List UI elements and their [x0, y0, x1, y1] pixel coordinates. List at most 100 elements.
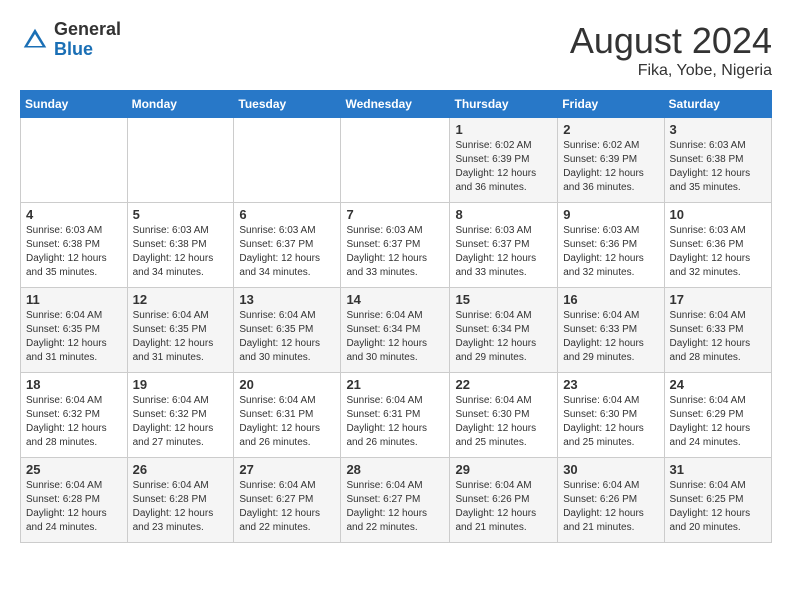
day-number: 21 — [346, 377, 444, 392]
day-info: Sunrise: 6:03 AMSunset: 6:38 PMDaylight:… — [133, 225, 214, 278]
calendar-cell: 16 Sunrise: 6:04 AMSunset: 6:33 PMDaylig… — [558, 288, 664, 373]
calendar-cell: 5 Sunrise: 6:03 AMSunset: 6:38 PMDayligh… — [127, 203, 234, 288]
day-info: Sunrise: 6:02 AMSunset: 6:39 PMDaylight:… — [563, 140, 644, 193]
day-number: 2 — [563, 122, 658, 137]
calendar-cell: 9 Sunrise: 6:03 AMSunset: 6:36 PMDayligh… — [558, 203, 664, 288]
calendar-cell: 12 Sunrise: 6:04 AMSunset: 6:35 PMDaylig… — [127, 288, 234, 373]
calendar-cell: 19 Sunrise: 6:04 AMSunset: 6:32 PMDaylig… — [127, 373, 234, 458]
day-info: Sunrise: 6:04 AMSunset: 6:31 PMDaylight:… — [239, 395, 320, 448]
calendar-cell: 21 Sunrise: 6:04 AMSunset: 6:31 PMDaylig… — [341, 373, 450, 458]
title-section: August 2024 Fika, Yobe, Nigeria — [570, 20, 772, 80]
day-number: 24 — [670, 377, 766, 392]
calendar-cell: 30 Sunrise: 6:04 AMSunset: 6:26 PMDaylig… — [558, 458, 664, 543]
day-number: 26 — [133, 462, 229, 477]
day-number: 22 — [455, 377, 552, 392]
calendar-cell: 11 Sunrise: 6:04 AMSunset: 6:35 PMDaylig… — [21, 288, 128, 373]
calendar-cell: 3 Sunrise: 6:03 AMSunset: 6:38 PMDayligh… — [664, 118, 771, 203]
day-info: Sunrise: 6:03 AMSunset: 6:37 PMDaylight:… — [455, 225, 536, 278]
day-number: 27 — [239, 462, 335, 477]
day-number: 30 — [563, 462, 658, 477]
calendar-cell: 22 Sunrise: 6:04 AMSunset: 6:30 PMDaylig… — [450, 373, 558, 458]
day-number: 25 — [26, 462, 122, 477]
calendar-cell — [234, 118, 341, 203]
day-info: Sunrise: 6:02 AMSunset: 6:39 PMDaylight:… — [455, 140, 536, 193]
day-number: 19 — [133, 377, 229, 392]
calendar-week-row: 1 Sunrise: 6:02 AMSunset: 6:39 PMDayligh… — [21, 118, 772, 203]
day-number: 11 — [26, 292, 122, 307]
day-info: Sunrise: 6:04 AMSunset: 6:25 PMDaylight:… — [670, 480, 751, 533]
day-info: Sunrise: 6:04 AMSunset: 6:26 PMDaylight:… — [455, 480, 536, 533]
weekday-header-row: SundayMondayTuesdayWednesdayThursdayFrid… — [21, 91, 772, 118]
weekday-header: Friday — [558, 91, 664, 118]
calendar-cell: 17 Sunrise: 6:04 AMSunset: 6:33 PMDaylig… — [664, 288, 771, 373]
day-info: Sunrise: 6:04 AMSunset: 6:32 PMDaylight:… — [133, 395, 214, 448]
calendar-cell — [21, 118, 128, 203]
page-header: General Blue August 2024 Fika, Yobe, Nig… — [20, 20, 772, 80]
day-info: Sunrise: 6:04 AMSunset: 6:26 PMDaylight:… — [563, 480, 644, 533]
day-number: 20 — [239, 377, 335, 392]
calendar-cell: 27 Sunrise: 6:04 AMSunset: 6:27 PMDaylig… — [234, 458, 341, 543]
calendar-cell: 26 Sunrise: 6:04 AMSunset: 6:28 PMDaylig… — [127, 458, 234, 543]
day-info: Sunrise: 6:03 AMSunset: 6:37 PMDaylight:… — [239, 225, 320, 278]
day-info: Sunrise: 6:04 AMSunset: 6:35 PMDaylight:… — [239, 310, 320, 363]
calendar-table: SundayMondayTuesdayWednesdayThursdayFrid… — [20, 90, 772, 543]
day-number: 8 — [455, 207, 552, 222]
calendar-week-row: 18 Sunrise: 6:04 AMSunset: 6:32 PMDaylig… — [21, 373, 772, 458]
calendar-cell: 1 Sunrise: 6:02 AMSunset: 6:39 PMDayligh… — [450, 118, 558, 203]
day-info: Sunrise: 6:04 AMSunset: 6:27 PMDaylight:… — [239, 480, 320, 533]
day-number: 12 — [133, 292, 229, 307]
weekday-header: Wednesday — [341, 91, 450, 118]
logo-blue: Blue — [54, 40, 121, 60]
day-number: 29 — [455, 462, 552, 477]
calendar-cell: 24 Sunrise: 6:04 AMSunset: 6:29 PMDaylig… — [664, 373, 771, 458]
calendar-cell: 18 Sunrise: 6:04 AMSunset: 6:32 PMDaylig… — [21, 373, 128, 458]
day-info: Sunrise: 6:04 AMSunset: 6:34 PMDaylight:… — [346, 310, 427, 363]
day-info: Sunrise: 6:04 AMSunset: 6:35 PMDaylight:… — [133, 310, 214, 363]
day-info: Sunrise: 6:04 AMSunset: 6:27 PMDaylight:… — [346, 480, 427, 533]
calendar-cell: 20 Sunrise: 6:04 AMSunset: 6:31 PMDaylig… — [234, 373, 341, 458]
day-info: Sunrise: 6:03 AMSunset: 6:37 PMDaylight:… — [346, 225, 427, 278]
weekday-header: Monday — [127, 91, 234, 118]
calendar-cell — [341, 118, 450, 203]
calendar-cell: 8 Sunrise: 6:03 AMSunset: 6:37 PMDayligh… — [450, 203, 558, 288]
day-info: Sunrise: 6:04 AMSunset: 6:35 PMDaylight:… — [26, 310, 107, 363]
logo-icon — [20, 25, 50, 55]
logo: General Blue — [20, 20, 121, 60]
calendar-cell: 13 Sunrise: 6:04 AMSunset: 6:35 PMDaylig… — [234, 288, 341, 373]
day-number: 18 — [26, 377, 122, 392]
day-info: Sunrise: 6:04 AMSunset: 6:30 PMDaylight:… — [455, 395, 536, 448]
day-number: 5 — [133, 207, 229, 222]
day-info: Sunrise: 6:03 AMSunset: 6:38 PMDaylight:… — [26, 225, 107, 278]
calendar-cell: 2 Sunrise: 6:02 AMSunset: 6:39 PMDayligh… — [558, 118, 664, 203]
calendar-cell: 25 Sunrise: 6:04 AMSunset: 6:28 PMDaylig… — [21, 458, 128, 543]
day-number: 28 — [346, 462, 444, 477]
calendar-cell: 28 Sunrise: 6:04 AMSunset: 6:27 PMDaylig… — [341, 458, 450, 543]
weekday-header: Sunday — [21, 91, 128, 118]
day-number: 7 — [346, 207, 444, 222]
calendar-cell: 23 Sunrise: 6:04 AMSunset: 6:30 PMDaylig… — [558, 373, 664, 458]
calendar-week-row: 4 Sunrise: 6:03 AMSunset: 6:38 PMDayligh… — [21, 203, 772, 288]
day-number: 6 — [239, 207, 335, 222]
day-number: 14 — [346, 292, 444, 307]
day-info: Sunrise: 6:04 AMSunset: 6:29 PMDaylight:… — [670, 395, 751, 448]
day-info: Sunrise: 6:04 AMSunset: 6:31 PMDaylight:… — [346, 395, 427, 448]
weekday-header: Thursday — [450, 91, 558, 118]
calendar-cell: 14 Sunrise: 6:04 AMSunset: 6:34 PMDaylig… — [341, 288, 450, 373]
logo-general: General — [54, 20, 121, 40]
day-number: 10 — [670, 207, 766, 222]
calendar-cell: 6 Sunrise: 6:03 AMSunset: 6:37 PMDayligh… — [234, 203, 341, 288]
day-info: Sunrise: 6:04 AMSunset: 6:32 PMDaylight:… — [26, 395, 107, 448]
day-number: 4 — [26, 207, 122, 222]
calendar-cell: 10 Sunrise: 6:03 AMSunset: 6:36 PMDaylig… — [664, 203, 771, 288]
day-number: 17 — [670, 292, 766, 307]
day-number: 23 — [563, 377, 658, 392]
calendar-week-row: 11 Sunrise: 6:04 AMSunset: 6:35 PMDaylig… — [21, 288, 772, 373]
day-info: Sunrise: 6:04 AMSunset: 6:28 PMDaylight:… — [133, 480, 214, 533]
calendar-cell — [127, 118, 234, 203]
day-number: 13 — [239, 292, 335, 307]
day-info: Sunrise: 6:04 AMSunset: 6:33 PMDaylight:… — [563, 310, 644, 363]
day-info: Sunrise: 6:04 AMSunset: 6:33 PMDaylight:… — [670, 310, 751, 363]
month-year: August 2024 — [570, 20, 772, 62]
logo-text: General Blue — [54, 20, 121, 60]
day-info: Sunrise: 6:04 AMSunset: 6:28 PMDaylight:… — [26, 480, 107, 533]
